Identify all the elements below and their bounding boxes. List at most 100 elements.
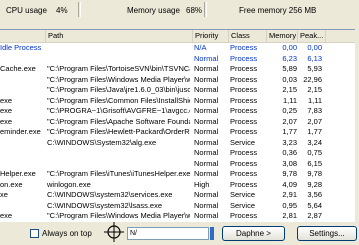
row-path: "C:\Program Files\iTunes\iTunesHelper.ex… xyxy=(47,169,190,178)
cpu-usage-label: CPU usage xyxy=(6,6,47,15)
row-priority: Normal xyxy=(194,148,219,157)
row-memory: 0,03 xyxy=(282,74,297,84)
row-peak: 1,77 xyxy=(307,127,322,136)
table-row[interactable]: Idle Process N/A Process 0,00 0,00 xyxy=(0,43,355,54)
column-header-memory[interactable]: Memory xyxy=(267,30,298,42)
table-row[interactable]: "C:\Program Files\Windows Media Player\w… xyxy=(0,75,355,86)
row-class: Process xyxy=(230,127,258,136)
settings-button[interactable]: Settings... xyxy=(297,226,357,241)
row-memory: 1,11 xyxy=(282,95,297,105)
row-memory: 0,00 xyxy=(282,43,297,52)
row-path xyxy=(47,159,190,170)
row-peak: 2,87 xyxy=(307,211,322,220)
column-header-path[interactable]: Path xyxy=(46,30,193,42)
row-path: "C:\Program Files\TortoiseSVN\bin\TSVNCa… xyxy=(47,64,190,73)
row-name xyxy=(0,201,44,212)
row-priority: Normal xyxy=(194,211,219,220)
column-header-priority[interactable]: Priority xyxy=(193,30,229,42)
row-peak: 3,24 xyxy=(307,137,322,147)
column-header-class[interactable]: Class xyxy=(229,30,267,42)
daphne-button[interactable]: Daphne > xyxy=(222,226,285,241)
row-memory: 2,07 xyxy=(282,116,297,126)
table-row[interactable]: Normal Process 3,08 6,15 xyxy=(0,159,355,170)
row-priority: Normal xyxy=(194,53,219,63)
row-class: Process xyxy=(230,116,258,126)
crosshair-icon[interactable] xyxy=(104,221,124,243)
row-name xyxy=(0,138,44,149)
table-row[interactable]: exe "C:\Program Files\Apache Software Fou… xyxy=(0,117,355,128)
row-path: "C:\Program Files\Windows Media Player\w… xyxy=(47,74,190,84)
row-path: "C:\Program Files\Windows Media Player\w… xyxy=(47,211,190,220)
row-peak: 6,15 xyxy=(307,158,322,168)
row-peak: 9,78 xyxy=(307,169,322,178)
row-priority: N/A xyxy=(194,43,207,52)
row-memory: 0,36 xyxy=(282,148,297,157)
always-on-top-checkbox[interactable] xyxy=(30,229,39,238)
row-path: C:\WINDOWS\System32\alg.exe xyxy=(47,137,157,147)
process-rows: Idle Process N/A Process 0,00 0,00 Normal Proc… xyxy=(0,43,355,222)
table-row[interactable]: xe C:\WINDOWS\system32\services.exe Normal… xyxy=(0,190,355,201)
row-peak: 2,07 xyxy=(307,116,322,126)
process-list[interactable]: Path Priority Class Memory Peak... Idle … xyxy=(0,29,355,223)
process-list-header: Path Priority Class Memory Peak... xyxy=(0,30,355,43)
row-peak: 0,00 xyxy=(307,43,322,52)
row-class: Process xyxy=(230,64,258,73)
table-row[interactable]: Cache.exe "C:\Program Files\TortoiseSVN\b… xyxy=(0,64,355,75)
row-priority: Normal xyxy=(194,190,219,199)
row-priority: Normal xyxy=(194,95,219,105)
table-row[interactable]: exe "C:\Program Files\Windows Media Playe… xyxy=(0,211,355,222)
target-field[interactable]: N/ xyxy=(127,227,209,240)
row-path: winlogon.exe xyxy=(47,179,91,189)
row-name: exe xyxy=(0,116,13,126)
row-name xyxy=(0,54,44,65)
row-class: Process xyxy=(230,95,258,105)
column-header-peak[interactable]: Peak... xyxy=(298,30,326,42)
row-name: exe xyxy=(0,106,13,115)
row-class: Process xyxy=(230,148,258,157)
memory-usage-label: Memory usage xyxy=(127,6,180,15)
row-name xyxy=(0,159,44,170)
status-bar: CPU usage 4% Memory usage 68% Free memor… xyxy=(0,0,359,20)
row-peak: 3,56 xyxy=(307,190,322,199)
table-row[interactable]: Normal Process 0,36 0,75 xyxy=(0,148,355,159)
row-memory: 4,09 xyxy=(282,179,297,189)
row-class: Process xyxy=(230,106,258,115)
cpu-usage-value: 4% xyxy=(56,6,68,15)
table-row[interactable]: exe "C:\Program Files\Common Files\Instal… xyxy=(0,96,355,107)
row-name: on.exe xyxy=(0,179,23,189)
table-row[interactable]: C:\WINDOWS\System32\alg.exe Normal Service… xyxy=(0,138,355,149)
row-memory: 3,08 xyxy=(282,158,297,168)
row-name: Helper.exe xyxy=(0,169,36,178)
row-memory: 1,77 xyxy=(282,127,297,136)
row-path: "C:\Program Files\Java\jre1.6.0_03\bin\j… xyxy=(47,85,190,94)
row-name: Cache.exe xyxy=(0,64,36,73)
free-memory-label: Free memory 256 MB xyxy=(239,6,317,15)
row-peak: 5,93 xyxy=(307,64,322,73)
row-path: "C:\PROGRA~1\Grisoft\AVGFRE~1\avgcc.exe.… xyxy=(47,106,190,115)
row-name: eminder.exe xyxy=(0,127,41,136)
table-row[interactable]: Normal Process 6,23 6,13 xyxy=(0,54,355,65)
column-header-name[interactable] xyxy=(0,30,46,42)
row-path: C:\WINDOWS\system32\services.exe xyxy=(47,190,173,199)
vertical-scrollbar[interactable] xyxy=(355,29,359,222)
row-priority: Normal xyxy=(194,169,219,178)
row-peak: 6,13 xyxy=(307,53,322,63)
row-memory: 0,95 xyxy=(282,200,297,210)
row-priority: Normal xyxy=(194,137,219,147)
table-row[interactable]: "C:\Program Files\Java\jre1.6.0_03\bin\j… xyxy=(0,85,355,96)
row-peak: 5,64 xyxy=(307,200,322,210)
row-class: Process xyxy=(230,179,258,189)
row-memory: 3,23 xyxy=(282,137,297,147)
row-path xyxy=(47,54,190,65)
row-class: Process xyxy=(230,169,258,178)
row-peak: 22,96 xyxy=(303,74,322,84)
table-row[interactable]: Helper.exe "C:\Program Files\iTunes\iTune… xyxy=(0,169,355,180)
row-path: "C:\Program Files\Common Files\InstallSh… xyxy=(47,95,190,105)
row-class: Process xyxy=(230,74,258,84)
table-row[interactable]: C:\WINDOWS\system32\lsass.exe Normal Servi… xyxy=(0,201,355,212)
row-peak: 7,83 xyxy=(307,106,322,115)
table-row[interactable]: exe "C:\PROGRA~1\Grisoft\AVGFRE~1\avgcc.e… xyxy=(0,106,355,117)
table-row[interactable]: eminder.exe "C:\Program Files\Hewlett-Pac… xyxy=(0,127,355,138)
table-row[interactable]: on.exe winlogon.exe High Process 4,09 9,28 xyxy=(0,180,355,191)
row-priority: Normal xyxy=(194,85,219,94)
